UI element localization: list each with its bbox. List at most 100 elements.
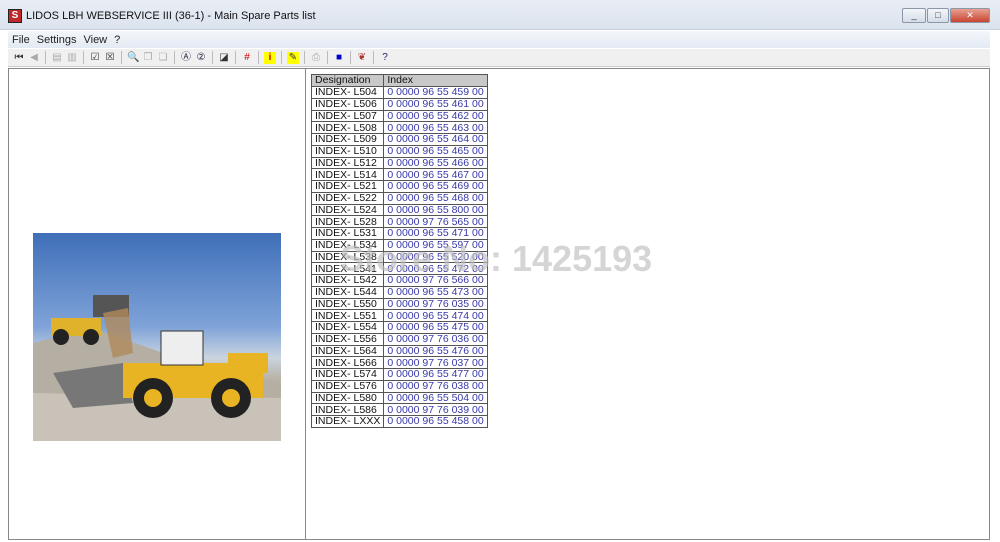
copy-icon[interactable]: ❐ <box>142 52 154 64</box>
parts-list-pane: Designation Index INDEX- L504 0 0000 96 5… <box>306 68 990 540</box>
menu-file[interactable]: File <box>8 31 33 46</box>
minimize-button[interactable]: _ <box>902 8 926 23</box>
index-link[interactable]: 0 0000 96 55 473 00 <box>383 285 488 299</box>
index-link[interactable]: 0 0000 96 55 464 00 <box>383 133 488 146</box>
table-row[interactable]: INDEX- L528 0 0000 97 76 565 00 <box>310 215 488 228</box>
table-row[interactable]: INDEX- L576 0 0000 97 76 038 00 <box>310 379 488 393</box>
index-link[interactable]: 0 0000 96 55 459 00 <box>383 86 488 99</box>
find-a-icon[interactable]: Ⓐ <box>180 52 192 64</box>
column-header-index[interactable]: Index <box>383 74 488 87</box>
back-icon[interactable]: ◀ <box>28 52 40 64</box>
designation-cell: INDEX- L551 <box>310 309 385 322</box>
table-row[interactable]: INDEX- L512 0 0000 96 55 466 00 <box>310 156 488 170</box>
index-link[interactable]: 0 0000 96 55 597 00 <box>383 238 488 252</box>
stop-icon[interactable]: ■ <box>333 52 345 64</box>
index-link[interactable]: 0 0000 96 55 474 00 <box>383 309 488 322</box>
table-row[interactable]: INDEX- LXXX 0 0000 96 55 458 00 <box>310 415 488 428</box>
index-link[interactable]: 0 0000 97 76 039 00 <box>383 403 488 416</box>
first-icon[interactable]: ⏮ <box>13 52 25 64</box>
menu-bar: File Settings View? <box>8 31 990 48</box>
table-row[interactable]: INDEX- L554 0 0000 96 55 475 00 <box>310 321 488 334</box>
list-edit-icon[interactable]: ▥ <box>66 52 78 64</box>
table-row[interactable]: INDEX- L508 0 0000 96 55 463 00 <box>310 121 488 134</box>
table-row[interactable]: INDEX- L550 0 0000 97 76 035 00 <box>310 297 488 311</box>
info-icon[interactable]: i <box>264 51 276 64</box>
table-row[interactable]: INDEX- L541 0 0000 96 55 472 00 <box>310 262 488 275</box>
table-row[interactable]: INDEX- L506 0 0000 96 55 461 00 <box>310 97 488 111</box>
title-bar: S LIDOS LBH WEBSERVICE III (36-1) - Main… <box>0 0 1000 30</box>
designation-cell: INDEX- L521 <box>310 180 385 193</box>
index-link[interactable]: 0 0000 96 55 461 00 <box>383 97 488 111</box>
tools-icon[interactable]: ✎ <box>287 51 299 64</box>
menu-help[interactable]: ? <box>110 31 123 46</box>
index-link[interactable]: 0 0000 96 55 476 00 <box>383 344 488 358</box>
index-link[interactable]: 0 0000 96 55 504 00 <box>383 391 488 405</box>
table-row[interactable]: INDEX- L514 0 0000 96 55 467 00 <box>310 168 488 181</box>
table-row[interactable]: INDEX- L556 0 0000 97 76 036 00 <box>310 332 488 346</box>
table-row[interactable]: INDEX- L531 0 0000 96 55 471 00 <box>310 227 488 240</box>
table-row[interactable]: INDEX- L551 0 0000 96 55 474 00 <box>310 309 488 322</box>
index-link[interactable]: 0 0000 96 55 462 00 <box>383 109 488 123</box>
table-row[interactable]: INDEX- L504 0 0000 96 55 459 00 <box>310 86 488 99</box>
note-icon[interactable]: ◪ <box>218 52 230 64</box>
index-link[interactable]: 0 0000 96 55 467 00 <box>383 168 488 181</box>
print-icon[interactable]: ⎙ <box>310 52 322 64</box>
designation-cell: INDEX- L538 <box>310 250 385 264</box>
menu-settings[interactable]: Settings <box>33 31 80 46</box>
find-2-icon[interactable]: ② <box>195 52 207 64</box>
designation-cell: INDEX- L580 <box>310 391 385 405</box>
index-link[interactable]: 0 0000 96 55 475 00 <box>383 321 488 334</box>
index-link[interactable]: 0 0000 96 55 800 00 <box>383 203 488 217</box>
index-link[interactable]: 0 0000 97 76 036 00 <box>383 332 488 346</box>
table-row[interactable]: INDEX- L524 0 0000 96 55 800 00 <box>310 203 488 217</box>
index-link[interactable]: 0 0000 96 55 472 00 <box>383 262 488 275</box>
index-link[interactable]: 0 0000 96 55 465 00 <box>383 144 488 158</box>
table-row[interactable]: INDEX- L544 0 0000 96 55 473 00 <box>310 285 488 299</box>
index-link[interactable]: 0 0000 96 55 463 00 <box>383 121 488 134</box>
designation-cell: INDEX- LXXX <box>310 415 385 428</box>
table-row[interactable]: INDEX- L542 0 0000 97 76 566 00 <box>310 274 488 287</box>
check-icon[interactable]: ☑ <box>89 52 101 64</box>
designation-cell: INDEX- L544 <box>310 285 385 299</box>
maximize-button[interactable]: □ <box>927 8 949 23</box>
table-row[interactable]: INDEX- L564 0 0000 96 55 476 00 <box>310 344 488 358</box>
index-link[interactable]: 0 0000 97 76 035 00 <box>383 297 488 311</box>
index-link[interactable]: 0 0000 96 55 469 00 <box>383 180 488 193</box>
index-link[interactable]: 0 0000 97 76 566 00 <box>383 274 488 287</box>
window-title: LIDOS LBH WEBSERVICE III (36-1) - Main S… <box>26 10 316 22</box>
index-link[interactable]: 0 0000 96 55 468 00 <box>383 191 488 205</box>
table-row[interactable]: INDEX- L509 0 0000 96 55 464 00 <box>310 133 488 146</box>
column-header-designation[interactable]: Designation <box>310 74 385 87</box>
designation-cell: INDEX- L541 <box>310 262 385 275</box>
index-link[interactable]: 0 0000 96 55 520 00 <box>383 250 488 264</box>
table-row[interactable]: INDEX- L522 0 0000 96 55 468 00 <box>310 191 488 205</box>
menu-view[interactable]: View <box>79 31 110 46</box>
table-row[interactable]: INDEX- L510 0 0000 96 55 465 00 <box>310 144 488 158</box>
edit-check-icon[interactable]: ☒ <box>104 52 116 64</box>
designation-cell: INDEX- L576 <box>310 379 385 393</box>
index-link[interactable]: 0 0000 96 55 477 00 <box>383 368 488 381</box>
index-link[interactable]: 0 0000 97 76 038 00 <box>383 379 488 393</box>
table-row[interactable]: INDEX- L580 0 0000 96 55 504 00 <box>310 391 488 405</box>
index-link[interactable]: 0 0000 97 76 565 00 <box>383 215 488 228</box>
designation-cell: INDEX- L550 <box>310 297 385 311</box>
table-row[interactable]: INDEX- L534 0 0000 96 55 597 00 <box>310 238 488 252</box>
table-row[interactable]: INDEX- L507 0 0000 96 55 462 00 <box>310 109 488 123</box>
table-row[interactable]: INDEX- L521 0 0000 96 55 469 00 <box>310 180 488 193</box>
table-row[interactable]: INDEX- L538 0 0000 96 55 520 00 <box>310 250 488 264</box>
index-link[interactable]: 0 0000 96 55 458 00 <box>383 415 488 428</box>
index-link[interactable]: 0 0000 96 55 471 00 <box>383 227 488 240</box>
zoom-icon[interactable]: 🔍 <box>127 52 139 64</box>
paste-icon[interactable]: ❏ <box>157 52 169 64</box>
index-link[interactable]: 0 0000 96 55 466 00 <box>383 156 488 170</box>
table-row[interactable]: INDEX- L574 0 0000 96 55 477 00 <box>310 368 488 381</box>
close-button[interactable]: ✕ <box>950 8 990 23</box>
table-row[interactable]: INDEX- L566 0 0000 97 76 037 00 <box>310 356 488 369</box>
help-icon[interactable]: ? <box>379 52 391 64</box>
bookmark-icon[interactable]: ❦ <box>356 52 368 64</box>
index-link[interactable]: 0 0000 97 76 037 00 <box>383 356 488 369</box>
table-row[interactable]: INDEX- L586 0 0000 97 76 039 00 <box>310 403 488 416</box>
list-icon[interactable]: ▤ <box>51 52 63 64</box>
designation-cell: INDEX- L542 <box>310 274 385 287</box>
grid-icon[interactable]: # <box>241 52 253 64</box>
